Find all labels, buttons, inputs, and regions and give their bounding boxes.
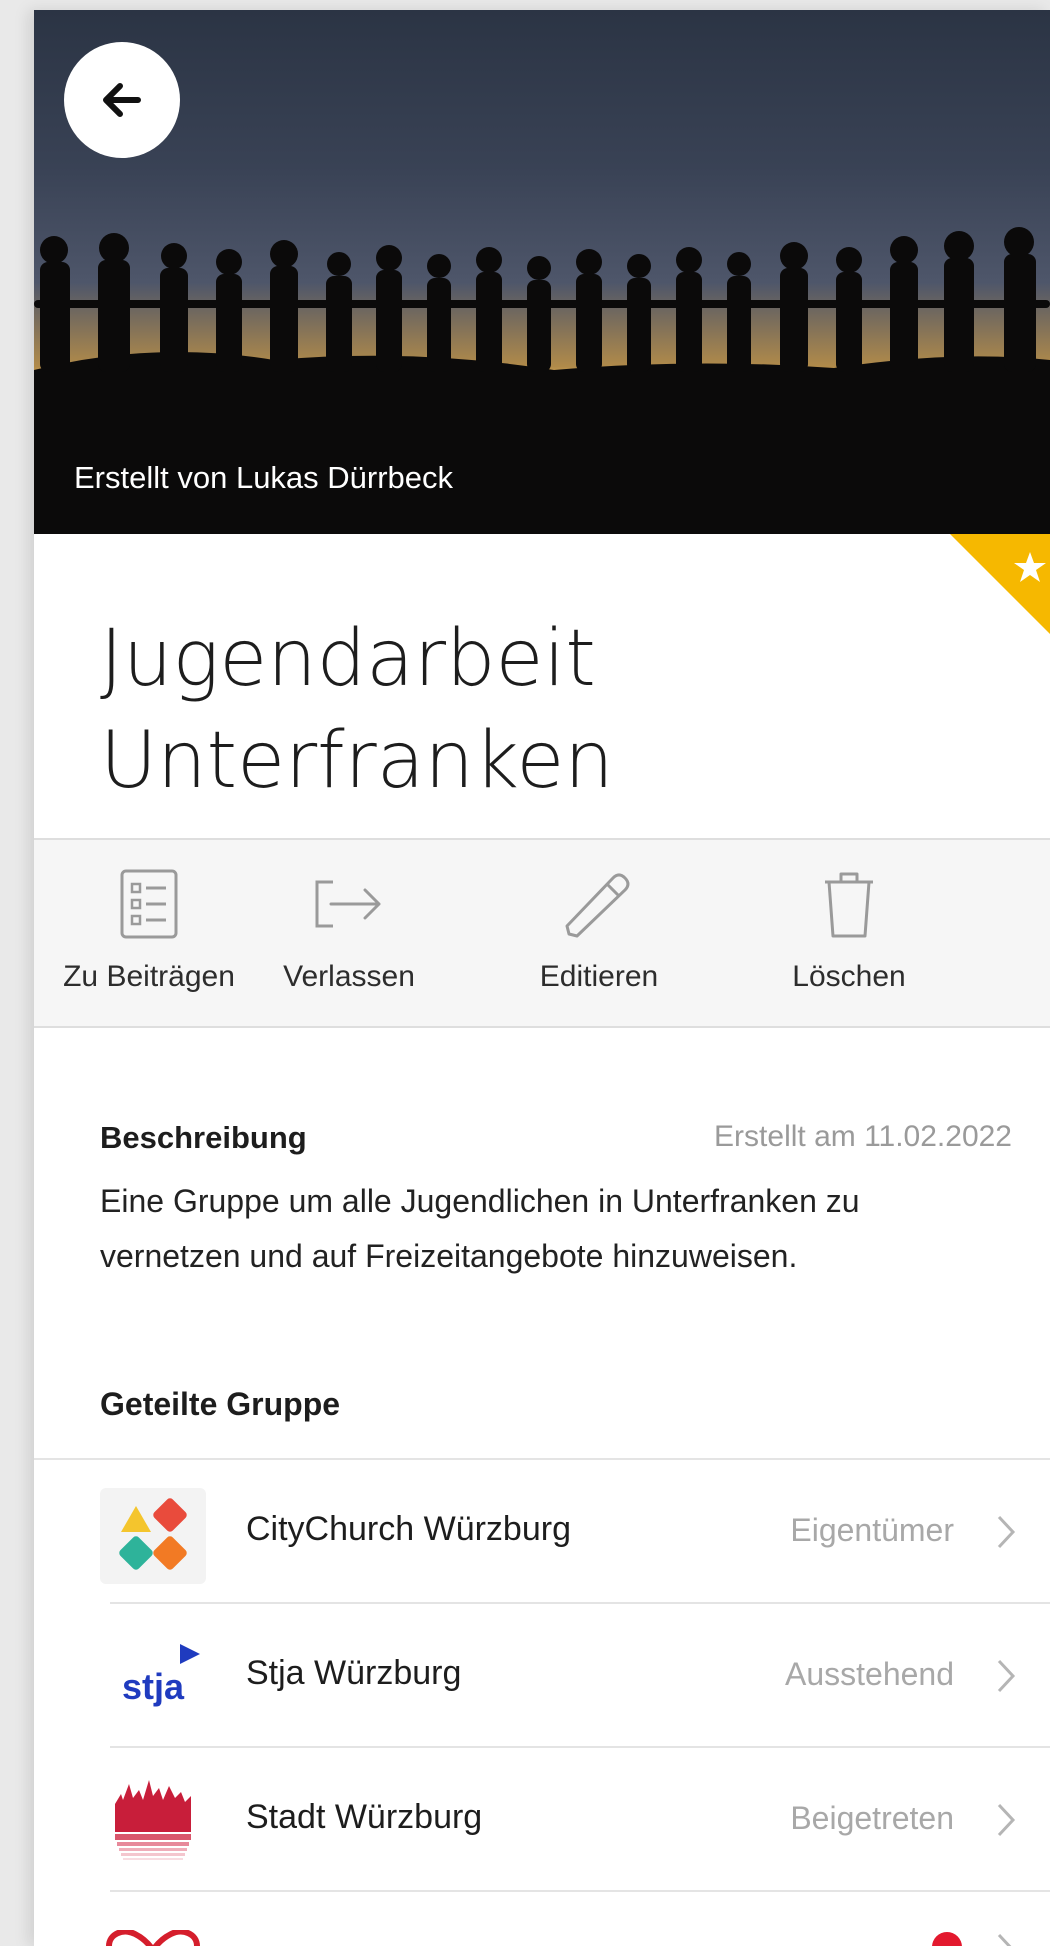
cover-credit: Erstellt von Lukas Dürrbeck: [74, 460, 454, 495]
group-title-line-1: Jugendarbeit: [100, 614, 596, 704]
shared-group-name: Stadt Würzburg: [246, 1798, 483, 1836]
pencil-icon: [565, 873, 630, 938]
shared-group-name: Stja Würzburg: [246, 1654, 462, 1692]
shared-group-status: Ausstehend: [784, 1656, 954, 1692]
shared-group-row[interactable]: stja Stja Würzburg Ausstehend: [34, 1604, 1050, 1748]
chevron-right-icon: [997, 1659, 1016, 1693]
edit-label: Editieren: [539, 960, 659, 993]
shared-group-status: Beigetreten: [790, 1800, 954, 1836]
exit-arrow-icon: [315, 880, 381, 928]
action-bar: Zu Beiträgen Verlassen Editieren Löschen: [34, 838, 1050, 1028]
group-cover-image: Erstellt von Lukas Dürrbeck: [34, 10, 1050, 534]
shared-group-row[interactable]: CityChurch Würzburg Eigentümer: [34, 1460, 1050, 1604]
shared-group-status: Eigentümer: [790, 1512, 954, 1548]
group-title-line-2: Unterfranken: [100, 716, 614, 806]
description-text: Eine Gruppe um alle Jugendlichen in Unte…: [100, 1183, 860, 1274]
delete-label: Löschen: [792, 960, 906, 993]
delete-button[interactable]: Löschen: [734, 840, 964, 1026]
stja-logo-text: stja: [121, 1666, 185, 1707]
notification-dot: [932, 1932, 962, 1946]
favorite-corner-badge[interactable]: [950, 534, 1050, 634]
leave-label: Verlassen: [283, 960, 415, 993]
edit-button[interactable]: Editieren: [484, 840, 714, 1026]
list-icon: [120, 869, 178, 939]
shared-group-heading: Geteilte Gruppe: [100, 1386, 341, 1422]
shared-group-row[interactable]: Stadt Würzburg Beigetreten: [34, 1748, 1050, 1892]
chevron-right-icon: [997, 1515, 1016, 1549]
leave-button[interactable]: Verlassen: [234, 840, 464, 1026]
phone-screen: Erstellt von Lukas Dürrbeck Jugendarbeit…: [34, 10, 1050, 1946]
stja-logo: stja: [100, 1632, 206, 1728]
description-heading: Beschreibung: [100, 1120, 307, 1155]
heart-logo: [100, 1912, 206, 1946]
trash-icon: [825, 872, 873, 938]
group-title: Jugendarbeit Unterfranken: [100, 608, 614, 812]
shared-group-name: CityChurch Würzburg: [246, 1510, 571, 1548]
arrow-left-icon: [103, 83, 141, 117]
back-button[interactable]: [64, 42, 180, 158]
created-date: Erstellt am 11.02.2022: [714, 1120, 1012, 1153]
to-posts-button[interactable]: Zu Beiträgen: [34, 840, 264, 1026]
chevron-right-icon: [997, 1803, 1016, 1837]
to-posts-label: Zu Beiträgen: [63, 960, 235, 993]
chevron-right-icon: [997, 1933, 1012, 1946]
citychurch-logo: [100, 1488, 206, 1584]
shared-group-row[interactable]: [34, 1892, 1050, 1946]
stadt-wuerzburg-logo: [100, 1776, 206, 1872]
